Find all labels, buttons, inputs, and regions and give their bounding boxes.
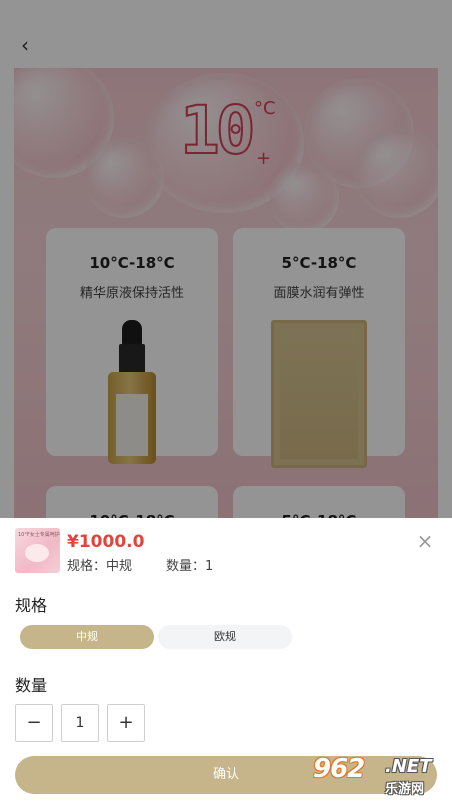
modal-dim-overlay[interactable] bbox=[0, 0, 452, 520]
watermark-sub: 乐游网 bbox=[385, 782, 425, 797]
spec-option-medium[interactable]: 中规 bbox=[20, 625, 154, 649]
product-price: ¥1000.0 bbox=[67, 532, 145, 552]
thumbnail-caption: 10°F女士专属呵护 bbox=[18, 532, 60, 538]
selected-spec-summary: 规格：中规 bbox=[67, 559, 133, 574]
selected-qty-summary: 数量：1 bbox=[166, 559, 214, 574]
close-icon[interactable]: × bbox=[414, 530, 436, 552]
spec-option-eu[interactable]: 欧规 bbox=[158, 625, 292, 649]
quantity-heading: 数量 bbox=[15, 676, 48, 695]
quantity-increase-button[interactable]: + bbox=[107, 704, 145, 742]
watermark-logo: 962 bbox=[313, 754, 365, 784]
site-watermark: 962 .NET 乐游网 bbox=[313, 754, 452, 800]
watermark-net: .NET bbox=[385, 756, 432, 777]
quantity-decrease-button[interactable]: − bbox=[15, 704, 53, 742]
product-thumbnail: 10°F女士专属呵护 bbox=[15, 528, 60, 573]
quantity-input[interactable]: 1 bbox=[61, 704, 99, 742]
spec-heading: 规格 bbox=[15, 596, 48, 615]
